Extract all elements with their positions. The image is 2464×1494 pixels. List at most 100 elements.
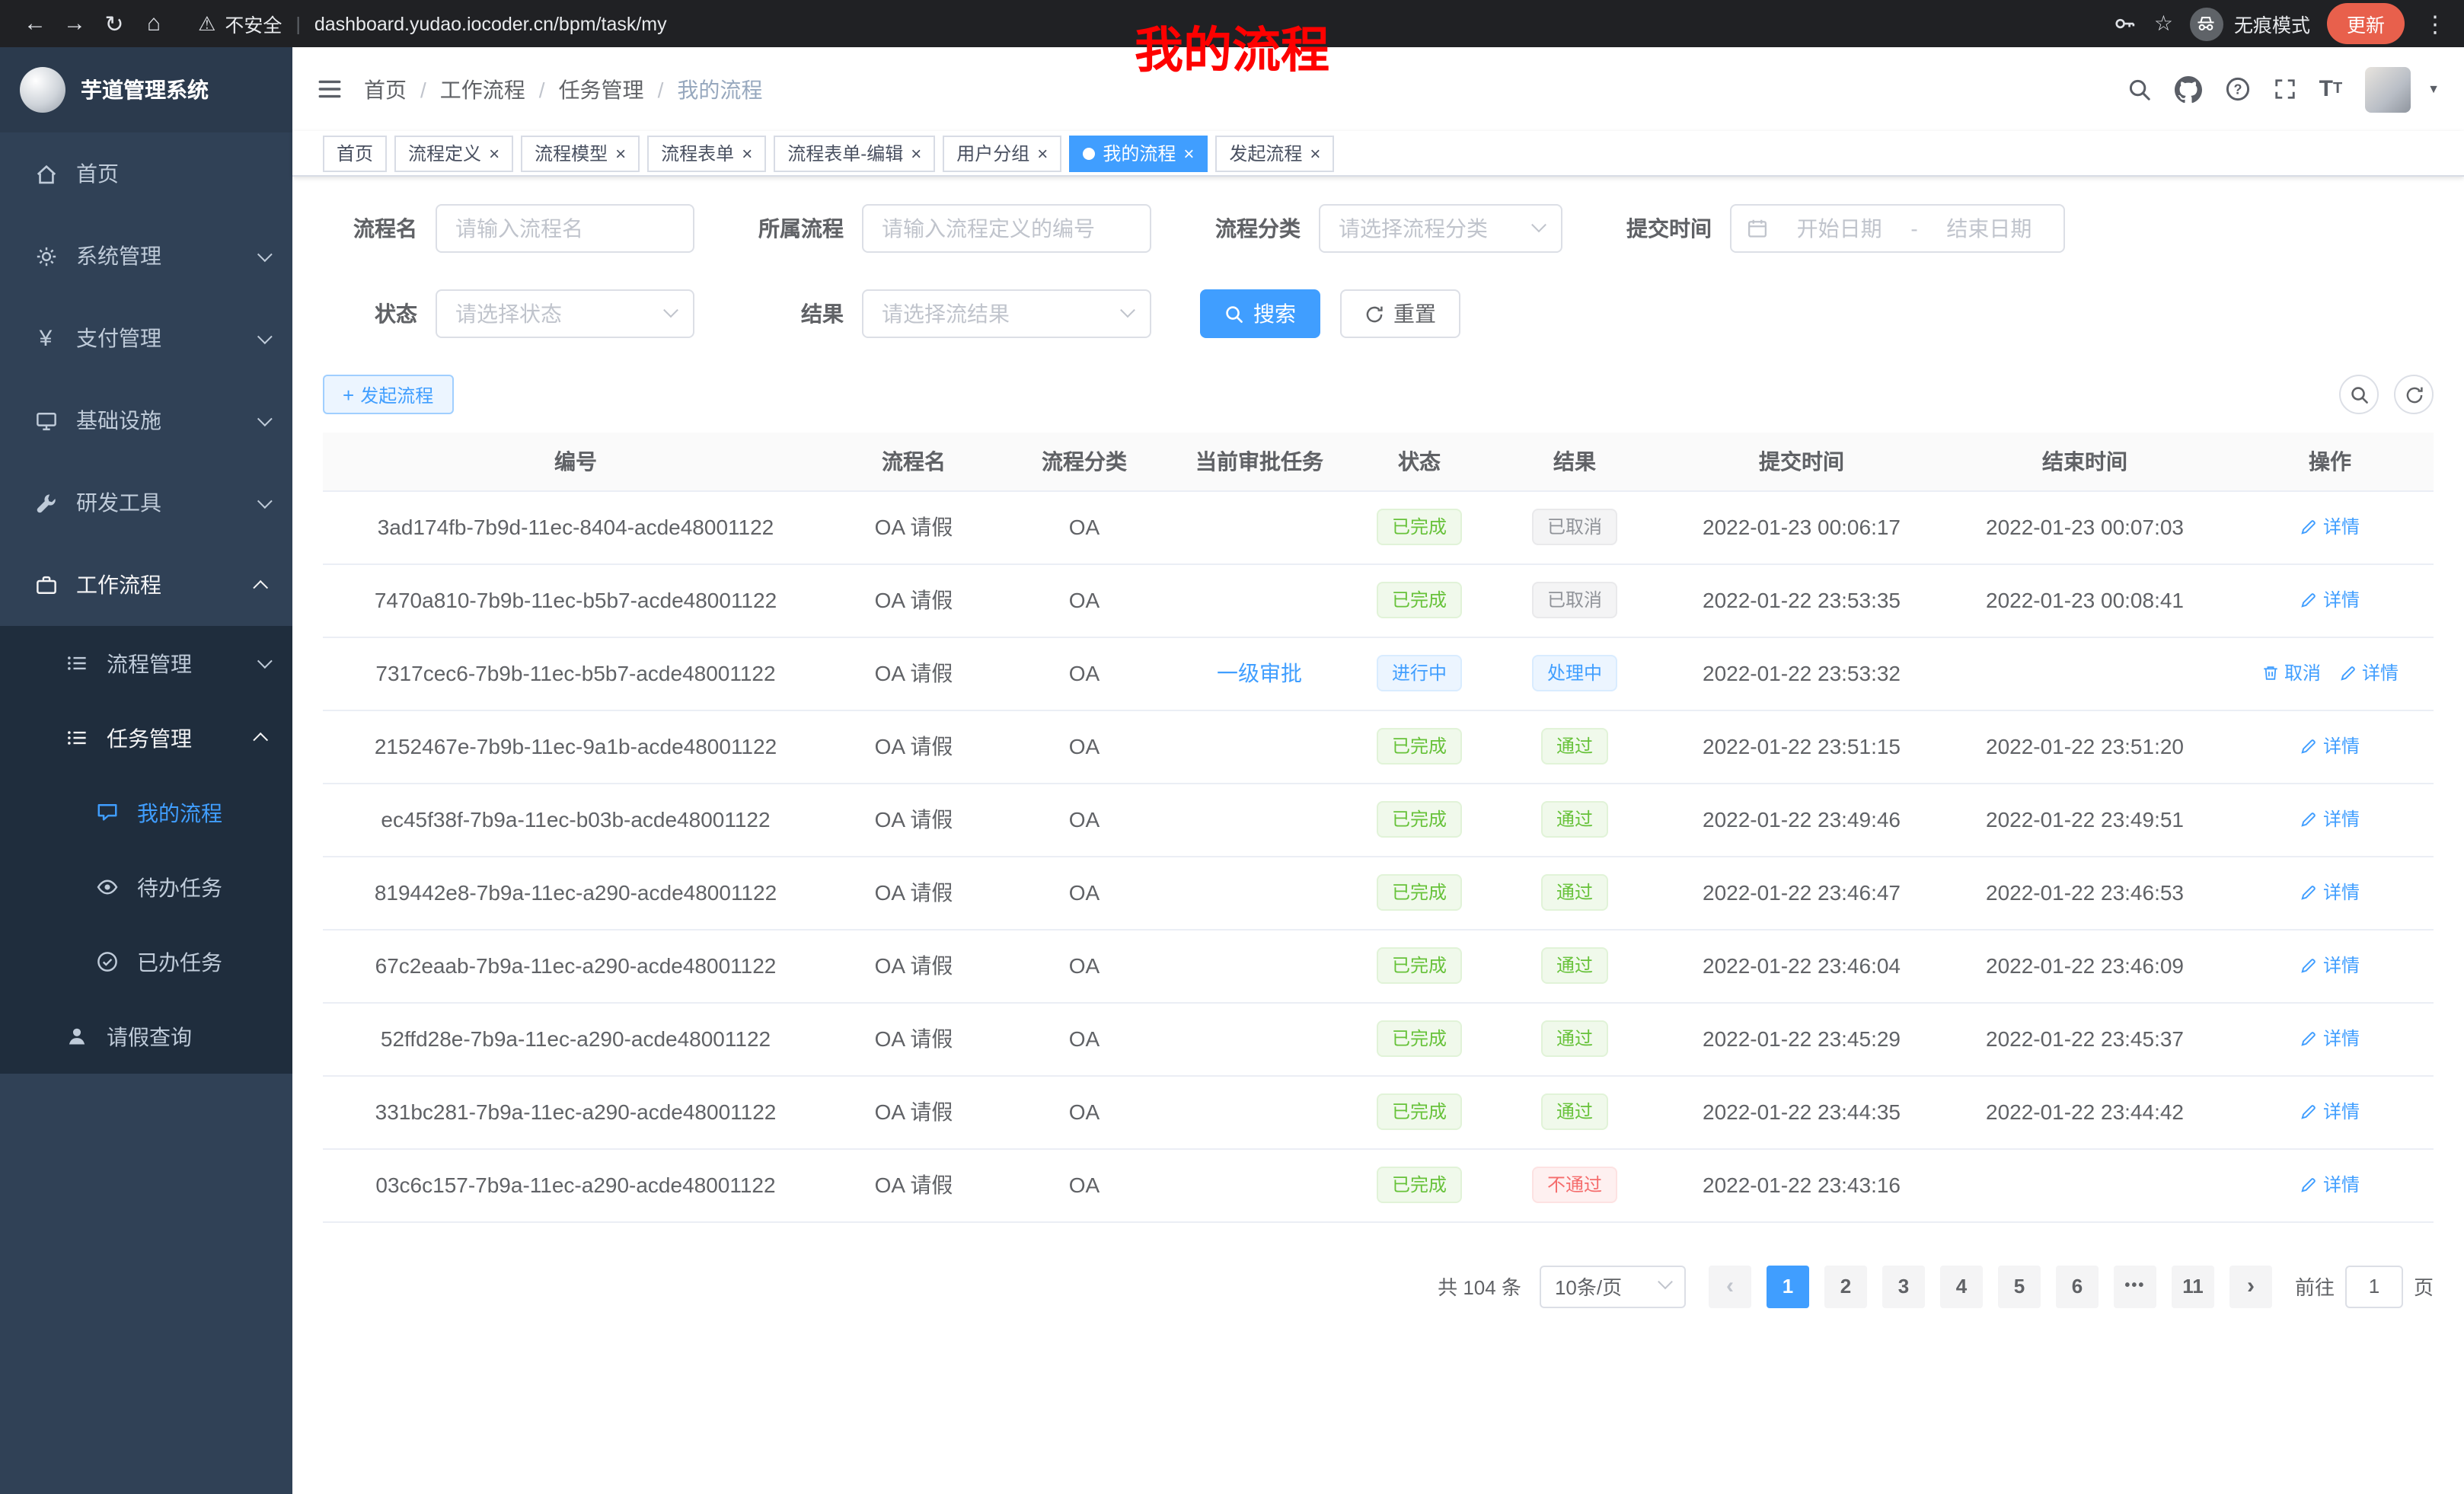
edit-icon xyxy=(2300,1103,2319,1121)
github-icon[interactable] xyxy=(2175,75,2202,103)
tab-5[interactable]: 用户分组× xyxy=(943,135,1061,171)
tab-1[interactable]: 流程定义× xyxy=(394,135,513,171)
close-icon[interactable]: × xyxy=(1183,144,1194,162)
close-icon[interactable]: × xyxy=(489,144,500,162)
tab-3[interactable]: 流程表单× xyxy=(647,135,766,171)
bookmark-star-icon[interactable]: ☆ xyxy=(2154,11,2173,37)
category-select[interactable]: 请选择流程分类 xyxy=(1319,204,1562,253)
tab-0[interactable]: 首页 xyxy=(323,135,387,171)
detail-button[interactable]: 详情 xyxy=(2339,660,2399,686)
row-status: 进行中 xyxy=(1349,637,1489,710)
row-result: 不通过 xyxy=(1489,1148,1660,1221)
page-button[interactable]: 5 xyxy=(1998,1265,2041,1307)
result-select[interactable]: 请选择流结果 xyxy=(862,289,1151,338)
close-icon[interactable]: × xyxy=(615,144,626,162)
start-date-placeholder[interactable]: 开始日期 xyxy=(1780,213,1898,244)
sidebar-item-workflow[interactable]: 工作流程 xyxy=(0,544,292,626)
security-label[interactable]: 不安全 xyxy=(225,9,282,38)
row-category: OA xyxy=(999,637,1170,710)
close-icon[interactable]: × xyxy=(742,144,752,162)
search-icon[interactable] xyxy=(2127,77,2152,101)
detail-button[interactable]: 详情 xyxy=(2300,1099,2360,1125)
row-process-name: OA 请假 xyxy=(828,710,999,783)
incognito-icon xyxy=(2190,7,2223,40)
breadcrumb-item[interactable]: 任务管理 xyxy=(559,74,644,104)
chevron-down-icon xyxy=(257,493,273,508)
action-label: 详情 xyxy=(2323,587,2360,613)
page-button[interactable]: 4 xyxy=(1940,1265,1983,1307)
reset-button[interactable]: 重置 xyxy=(1340,289,1460,338)
detail-button[interactable]: 详情 xyxy=(2300,953,2360,978)
page-button[interactable]: 1 xyxy=(1767,1265,1809,1307)
process-name-input[interactable] xyxy=(436,204,694,253)
row-process-name: OA 请假 xyxy=(828,563,999,637)
process-id-input[interactable] xyxy=(862,204,1151,253)
end-date-placeholder[interactable]: 结束日期 xyxy=(1930,213,2048,244)
page-size-select[interactable]: 10条/页 xyxy=(1540,1265,1686,1307)
row-actions: 详情 xyxy=(2226,783,2434,856)
detail-button[interactable]: 详情 xyxy=(2300,1172,2360,1198)
date-range-picker[interactable]: 开始日期 - 结束日期 xyxy=(1730,204,2065,253)
refresh-table-button[interactable] xyxy=(2394,375,2434,414)
sidebar-item-done-tasks[interactable]: 已办任务 xyxy=(0,924,292,999)
update-button[interactable]: 更新 xyxy=(2327,3,2405,44)
browser-back-icon[interactable]: ← xyxy=(15,4,55,43)
cancel-button[interactable]: 取消 xyxy=(2261,660,2321,686)
close-icon[interactable]: × xyxy=(1310,144,1320,162)
sidebar-item-devtools[interactable]: 研发工具 xyxy=(0,461,292,544)
search-button[interactable]: 搜索 xyxy=(1200,289,1320,338)
browser-home-icon[interactable]: ⌂ xyxy=(134,4,174,43)
pagination-more[interactable]: ••• xyxy=(2114,1265,2156,1307)
sidebar-item-my-process[interactable]: 我的流程 xyxy=(0,775,292,850)
browser-menu-icon[interactable]: ⋮ xyxy=(2421,10,2449,37)
current-task-link[interactable]: 一级审批 xyxy=(1217,661,1302,685)
create-process-button[interactable]: + 发起流程 xyxy=(323,375,453,414)
hamburger-icon[interactable] xyxy=(317,76,343,102)
detail-button[interactable]: 详情 xyxy=(2300,806,2360,832)
sidebar-item-home[interactable]: 首页 xyxy=(0,132,292,215)
detail-button[interactable]: 详情 xyxy=(2300,514,2360,540)
sidebar-item-task-mgmt[interactable]: 任务管理 xyxy=(0,701,292,775)
fullscreen-icon[interactable] xyxy=(2274,78,2296,101)
logo-image xyxy=(20,67,65,113)
tab-4[interactable]: 流程表单-编辑× xyxy=(774,135,935,171)
browser-reload-icon[interactable]: ↻ xyxy=(94,4,134,43)
page-button[interactable]: 2 xyxy=(1824,1265,1867,1307)
sidebar-item-system[interactable]: 系统管理 xyxy=(0,215,292,297)
row-end-time: 2022-01-22 23:44:42 xyxy=(1943,1075,2226,1148)
tab-2[interactable]: 流程模型× xyxy=(521,135,640,171)
sidebar-item-payment[interactable]: ¥支付管理 xyxy=(0,297,292,379)
avatar[interactable] xyxy=(2365,66,2411,112)
breadcrumb-item[interactable]: 工作流程 xyxy=(440,74,525,104)
toggle-search-button[interactable] xyxy=(2339,375,2379,414)
app-logo[interactable]: 芋道管理系统 xyxy=(0,47,292,132)
page-button[interactable]: 3 xyxy=(1882,1265,1925,1307)
caret-down-icon[interactable]: ▼ xyxy=(2427,82,2440,96)
sidebar-item-label: 我的流程 xyxy=(137,797,222,828)
close-icon[interactable]: × xyxy=(1037,144,1048,162)
row-submit-time: 2022-01-23 00:06:17 xyxy=(1660,490,1943,563)
page-button[interactable]: 11 xyxy=(2172,1265,2214,1307)
font-size-icon[interactable]: TT xyxy=(2319,78,2343,101)
prev-page-button[interactable]: ‹ xyxy=(1709,1265,1751,1307)
detail-button[interactable]: 详情 xyxy=(2300,1026,2360,1052)
detail-button[interactable]: 详情 xyxy=(2300,879,2360,905)
status-select[interactable]: 请选择状态 xyxy=(436,289,694,338)
close-icon[interactable]: × xyxy=(911,144,921,162)
breadcrumb-item[interactable]: 首页 xyxy=(364,74,407,104)
password-key-icon[interactable] xyxy=(2115,12,2137,35)
sidebar-item-todo-tasks[interactable]: 待办任务 xyxy=(0,850,292,924)
detail-button[interactable]: 详情 xyxy=(2300,733,2360,759)
url-text[interactable]: dashboard.yudao.iocoder.cn/bpm/task/my xyxy=(314,13,667,34)
help-icon[interactable]: ? xyxy=(2225,76,2251,102)
page-button[interactable]: 6 xyxy=(2056,1265,2099,1307)
browser-forward-icon[interactable]: → xyxy=(55,4,94,43)
tab-6[interactable]: 我的流程× xyxy=(1069,135,1208,171)
sidebar-item-infrastructure[interactable]: 基础设施 xyxy=(0,379,292,461)
goto-page-input[interactable] xyxy=(2345,1265,2403,1307)
sidebar-item-process-mgmt[interactable]: 流程管理 xyxy=(0,626,292,701)
next-page-button[interactable]: › xyxy=(2229,1265,2272,1307)
detail-button[interactable]: 详情 xyxy=(2300,587,2360,613)
tab-7[interactable]: 发起流程× xyxy=(1215,135,1334,171)
sidebar-item-leave-query[interactable]: 请假查询 xyxy=(0,999,292,1074)
